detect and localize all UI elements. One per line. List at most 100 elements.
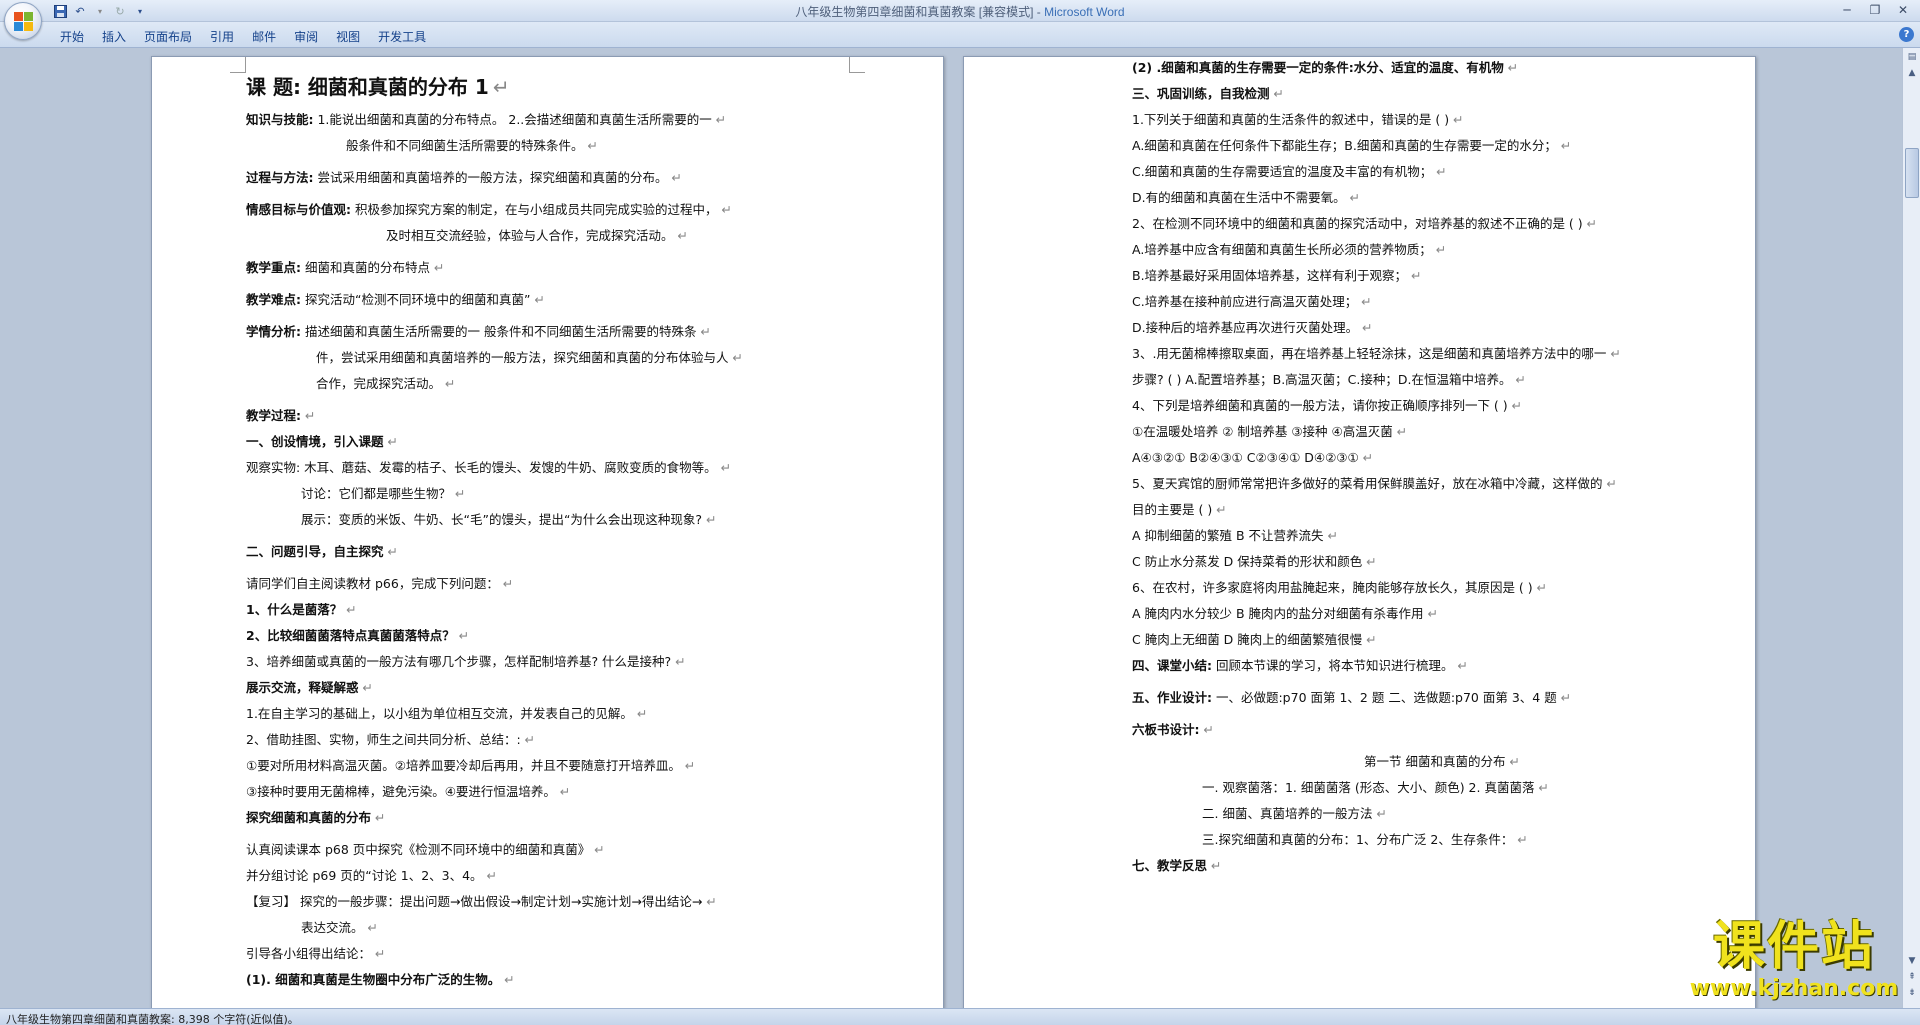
paragraph-line[interactable]: 三、巩固训练，自我检测 ↵ [1132, 81, 1752, 107]
paragraph-line[interactable]: 5、夏天宾馆的厨师常常把许多做好的菜肴用保鲜膜盖好，放在冰箱中冷藏，这样做的 ↵ [1132, 471, 1752, 497]
paragraph-line[interactable]: 2、借助挂图、实物，师生之间共同分析、总结：: ↵ [246, 727, 866, 753]
paragraph-line[interactable]: C.培养基在接种前应进行高温灭菌处理； ↵ [1132, 289, 1752, 315]
paragraph-line[interactable]: (1). 细菌和真菌是生物圈中分布广泛的生物。 ↵ [246, 967, 866, 993]
minimize-button[interactable]: ─ [1834, 1, 1860, 19]
paragraph-line[interactable]: 一. 观察菌落：1. 细菌菌落 (形态、大小、颜色) 2. 真菌菌落 ↵ [1132, 775, 1752, 801]
paragraph-line[interactable]: ①在温暖处培养 ② 制培养基 ③接种 ④高温灭菌 ↵ [1132, 419, 1752, 445]
paragraph-line[interactable]: 合作，完成探究活动。 ↵ [246, 371, 866, 397]
paragraph-mark-icon: ↵ [1536, 580, 1548, 595]
line-text: 展示：变质的米饭、牛奶、长“毛”的馒头，提出“为什么会出现这种现象? [301, 512, 703, 527]
paragraph-line[interactable]: 四、课堂小结: 回顾本节课的学习，将本节知识进行梳理。 ↵ [1132, 653, 1752, 679]
document-page-left[interactable]: 课 题: 细菌和真菌的分布 1 ↵ 知识与技能: 1.能说出细菌和真菌的分布特点。 … [151, 56, 944, 1008]
paragraph-mark-icon: ↵ [1511, 398, 1523, 413]
paragraph-line[interactable]: 引导各小组得出结论： ↵ [246, 941, 866, 967]
paragraph-line[interactable]: 七、教学反思 ↵ [1132, 853, 1752, 879]
paragraph-line[interactable]: 一、创设情境，引入课题 ↵ [246, 429, 866, 455]
paragraph-line[interactable]: 讨论：它们都是哪些生物？ ↵ [246, 481, 866, 507]
paragraph-line[interactable]: 教学过程: ↵ [246, 403, 866, 429]
paragraph-line[interactable]: 6、在农村，许多家庭将肉用盐腌起来，腌肉能够存放长久，其原因是 ( ) ↵ [1132, 575, 1752, 601]
paragraph-mark-icon: ↵ [1507, 60, 1519, 75]
ribbon-tab[interactable]: 开发工具 [378, 26, 444, 45]
paragraph-line[interactable]: 二. 细菌、真菌培养的一般方法 ↵ [1132, 801, 1752, 827]
ribbon-tab[interactable]: 邮件 [252, 26, 294, 45]
ribbon-tab[interactable]: 审阅 [294, 26, 336, 45]
paragraph-line[interactable]: 般条件和不同细菌生活所需要的特殊条件。 ↵ [246, 133, 866, 159]
paragraph-line[interactable]: C 腌肉上无细菌 D 腌肉上的细菌繁殖很慢 ↵ [1132, 627, 1752, 653]
paragraph-line[interactable]: 及时相互交流经验，体验与人合作，完成探究活动。 ↵ [246, 223, 866, 249]
vertical-scrollbar[interactable]: ▤ ▲ ▼ ⇞ ⇟ [1902, 48, 1920, 1008]
line-text: B.培养基最好采用固体培养基，这样有利于观察； [1132, 268, 1408, 283]
paragraph-mark-icon: ↵ [1560, 690, 1572, 705]
line-text: 七、教学反思 [1132, 858, 1208, 873]
window-title: 八年级生物第四章细菌和真菌教案 [兼容模式] - Microsoft Word [795, 5, 1125, 19]
paragraph-line[interactable]: 第一节 细菌和真菌的分布 ↵ [1132, 749, 1752, 775]
paragraph-line[interactable]: 【复习】 探究的一般步骤：提出问题→做出假设→制定计划→实施计划→得出结论→ ↵ [246, 889, 866, 915]
paragraph-line[interactable]: ①要对所用材料高温灭菌。②培养皿要冷却后再用，并且不要随意打开培养皿。 ↵ [246, 753, 866, 779]
paragraph-line[interactable]: 展示：变质的米饭、牛奶、长“毛”的馒头，提出“为什么会出现这种现象? ↵ [246, 507, 866, 533]
scroll-up-icon[interactable]: ▲ [1905, 66, 1919, 80]
paragraph-line[interactable]: A 腌肉内水分较少 B 腌肉内的盐分对细菌有杀毒作用 ↵ [1132, 601, 1752, 627]
paragraph-line[interactable]: 观察实物: 木耳、蘑菇、发霉的桔子、长毛的馒头、发馊的牛奶、腐败变质的食物等。 ↵ [246, 455, 866, 481]
paragraph-line[interactable]: 3、培养细菌或真菌的一般方法有哪几个步骤，怎样配制培养基? 什么是接种? ↵ [246, 649, 866, 675]
paragraph-line[interactable]: 4、下列是培养细菌和真菌的一般方法，请你按正确顺序排列一下 ( ) ↵ [1132, 393, 1752, 419]
ribbon-tab[interactable]: 插入 [102, 26, 144, 45]
line-text: 六板书设计: [1132, 722, 1200, 737]
paragraph-line[interactable]: 展示交流，释疑解惑 ↵ [246, 675, 866, 701]
paragraph-line[interactable]: 请同学们自主阅读教材 p66，完成下列问题： ↵ [246, 571, 866, 597]
paragraph-line[interactable]: C.细菌和真菌的生存需要适宜的温度及丰富的有机物； ↵ [1132, 159, 1752, 185]
paragraph-line[interactable]: 2、比较细菌菌落特点真菌菌落特点？ ↵ [246, 623, 866, 649]
maximize-button[interactable]: ❐ [1862, 1, 1888, 19]
status-text: 八年级生物第四章细菌和真菌教案: 8,398 个字符(近似值)。 [6, 1013, 299, 1025]
paragraph-line[interactable]: 过程与方法: 尝试采用细菌和真菌培养的一般方法，探究细菌和真菌的分布。 ↵ [246, 165, 866, 191]
paragraph-line[interactable]: 三.探究细菌和真菌的分布：1、分布广泛 2、生存条件： ↵ [1132, 827, 1752, 853]
paragraph-line[interactable]: 教学重点: 细菌和真菌的分布特点 ↵ [246, 255, 866, 281]
paragraph-line[interactable]: 情感目标与价值观: 积极参加探究方案的制定，在与小组成员共同完成实验的过程中， ↵ [246, 197, 866, 223]
paragraph-line[interactable]: 1.下列关于细菌和真菌的生活条件的叙述中，错误的是 ( ) ↵ [1132, 107, 1752, 133]
help-icon[interactable]: ? [1899, 27, 1914, 42]
paragraph-line[interactable]: 步骤? ( ) A.配置培养基；B.高温灭菌；C.接种；D.在恒温箱中培养。 ↵ [1132, 367, 1752, 393]
scrollbar-thumb[interactable] [1905, 148, 1919, 198]
paragraph-line[interactable]: 五、作业设计: 一、必做题:p70 面第 1、2 题 二、选做题:p70 面第 … [1132, 685, 1752, 711]
paragraph-mark-icon: ↵ [559, 784, 571, 799]
paragraph-line[interactable]: 3、.用无菌棉棒擦取桌面，再在培养基上轻轻涂抹，这是细菌和真菌培养方法中的哪一 ↵ [1132, 341, 1752, 367]
paragraph-line[interactable]: 课 题: 细菌和真菌的分布 1 ↵ [246, 67, 866, 107]
paragraph-mark-icon: ↵ [1366, 554, 1377, 569]
paragraph-line[interactable]: 2、在检测不同环境中的细菌和真菌的探究活动中，对培养基的叙述不正确的是 ( ) ↵ [1132, 211, 1752, 237]
ribbon-tab[interactable]: 视图 [336, 26, 378, 45]
paragraph-line[interactable]: 知识与技能: 1.能说出细菌和真菌的分布特点。 2..会描述细菌和真菌生活所需要… [246, 107, 866, 133]
paragraph-mark-icon: ↵ [387, 434, 398, 449]
paragraph-line[interactable]: 表达交流。 ↵ [246, 915, 866, 941]
paragraph-line[interactable]: 认真阅读课本 p68 页中探究《检测不同环境中的细菌和真菌》 ↵ [246, 837, 866, 863]
paragraph-line[interactable]: 学情分析: 描述细菌和真菌生活所需要的一 般条件和不同细菌生活所需要的特殊条 ↵ [246, 319, 866, 345]
paragraph-line[interactable]: 并分组讨论 p69 页的“讨论 1、2、3、4。 ↵ [246, 863, 866, 889]
document-page-right[interactable]: (2) .细菌和真菌的生存需要一定的条件:水分、适宜的温度、有机物 ↵ 三、巩固训练… [963, 56, 1756, 1008]
paragraph-line[interactable]: B.培养基最好采用固体培养基，这样有利于观察； ↵ [1132, 263, 1752, 289]
line-text: 2、在检测不同环境中的细菌和真菌的探究活动中，对培养基的叙述不正确的是 ( ) [1132, 216, 1583, 231]
paragraph-line[interactable]: C 防止水分蒸发 D 保持菜肴的形状和颜色 ↵ [1132, 549, 1752, 575]
paragraph-line[interactable]: D.有的细菌和真菌在生活中不需要氧。 ↵ [1132, 185, 1752, 211]
ribbon-tab[interactable]: 页面布局 [144, 26, 210, 45]
paragraph-line[interactable]: 件，尝试采用细菌和真菌培养的一般方法，探究细菌和真菌的分布体验与人 ↵ [246, 345, 866, 371]
paragraph-line[interactable]: 二、问题引导，自主探究 ↵ [246, 539, 866, 565]
paragraph-line[interactable]: 目的主要是 ( ) ↵ [1132, 497, 1752, 523]
paragraph-line[interactable]: 1、什么是菌落？ ↵ [246, 597, 866, 623]
paragraph-line[interactable]: 1.在自主学习的基础上，以小组为单位相互交流，并发表自己的见解。 ↵ [246, 701, 866, 727]
paragraph-line[interactable]: (2) .细菌和真菌的生存需要一定的条件:水分、适宜的温度、有机物 ↵ [1132, 55, 1752, 81]
paragraph-mark-icon: ↵ [587, 138, 598, 153]
paragraph-line[interactable]: A.培养基中应含有细菌和真菌生长所必须的营养物质； ↵ [1132, 237, 1752, 263]
close-button[interactable]: ✕ [1890, 1, 1916, 19]
ribbon-tab[interactable]: 开始 [56, 26, 102, 45]
paragraph-line[interactable]: ③接种时要用无菌棉棒，避免污染。④要进行恒温培养。 ↵ [246, 779, 866, 805]
paragraph-line[interactable]: 探究细菌和真菌的分布 ↵ [246, 805, 866, 831]
paragraph-line[interactable]: 教学难点: 探究活动“检测不同环境中的细菌和真菌” ↵ [246, 287, 866, 313]
ruler-toggle-icon[interactable]: ▤ [1905, 50, 1919, 64]
page-text-right[interactable]: (2) .细菌和真菌的生存需要一定的条件:水分、适宜的温度、有机物 ↵ 三、巩固训练… [1132, 55, 1752, 879]
paragraph-line[interactable]: A 抑制细菌的繁殖 B 不让营养流失 ↵ [1132, 523, 1752, 549]
paragraph-line[interactable]: 六板书设计: ↵ [1132, 717, 1752, 743]
ribbon-tab[interactable]: 引用 [210, 26, 252, 45]
paragraph-line[interactable]: A.细菌和真菌在任何条件下都能生存；B.细菌和真菌的生存需要一定的水分； ↵ [1132, 133, 1752, 159]
page-text-left[interactable]: 课 题: 细菌和真菌的分布 1 ↵ 知识与技能: 1.能说出细菌和真菌的分布特点。 … [246, 67, 866, 993]
paragraph-line[interactable]: D.接种后的培养基应再次进行灭菌处理。 ↵ [1132, 315, 1752, 341]
paragraph-line[interactable]: A④③②① B②④③① C②③④① D④②③① ↵ [1132, 445, 1752, 471]
office-button[interactable] [4, 2, 42, 40]
